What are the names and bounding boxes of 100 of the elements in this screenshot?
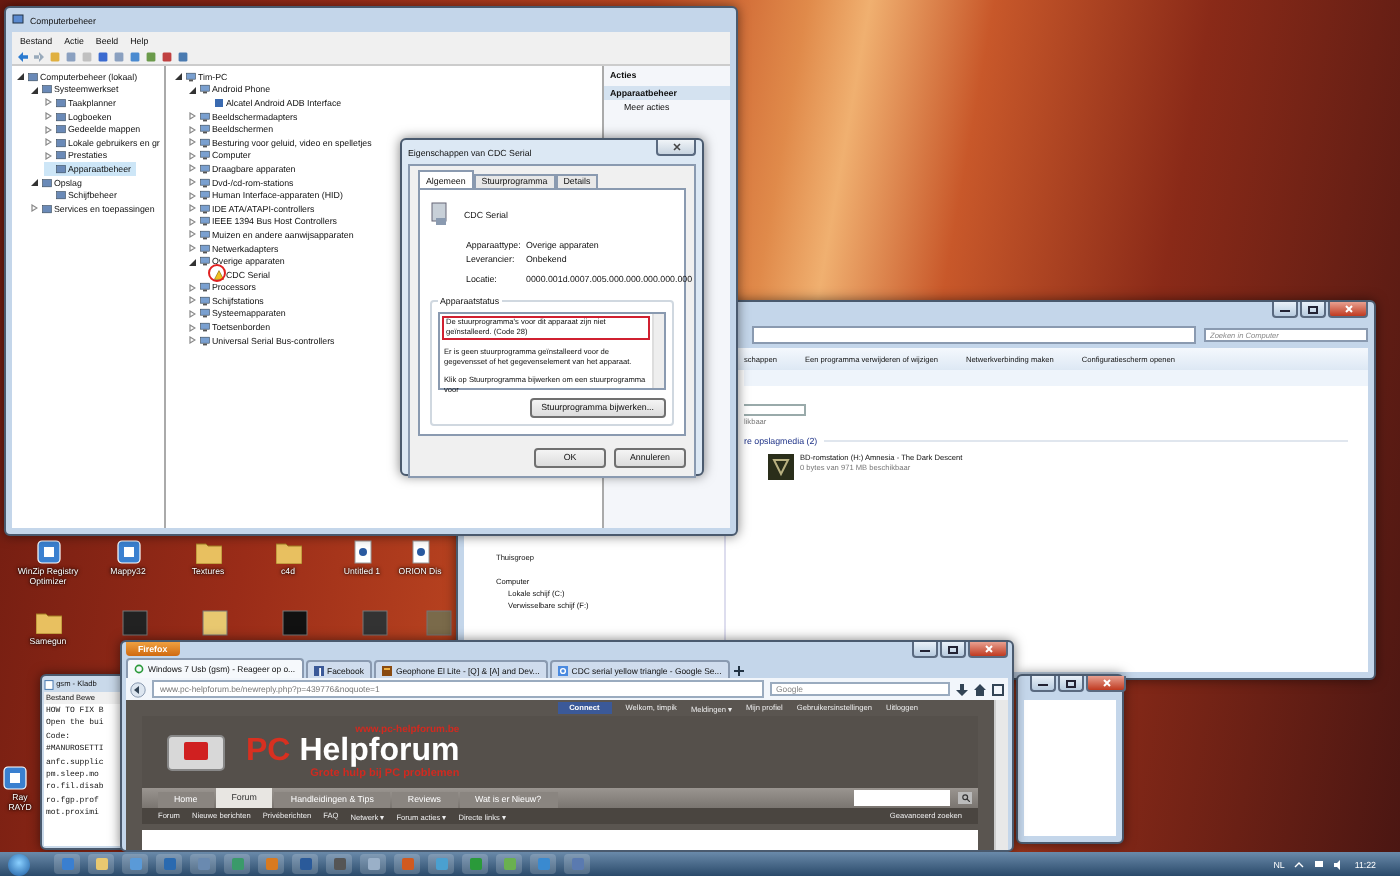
scrollbar[interactable] bbox=[994, 700, 1008, 850]
image-icon[interactable] bbox=[362, 610, 388, 636]
collapsed-arrow-icon[interactable] bbox=[188, 244, 196, 253]
collapsed-arrow-icon[interactable] bbox=[44, 138, 52, 147]
loading-spinner-icon bbox=[134, 664, 144, 674]
taskbar-app-icon[interactable] bbox=[462, 854, 488, 874]
taskbar-app-icon[interactable] bbox=[156, 854, 182, 874]
forward-arrow-icon[interactable] bbox=[34, 51, 44, 61]
scrollbar[interactable] bbox=[652, 314, 664, 388]
close-button[interactable] bbox=[1086, 676, 1126, 692]
collapsed-arrow-icon[interactable] bbox=[188, 125, 196, 134]
maximize-button[interactable] bbox=[1300, 302, 1326, 318]
minimize-button[interactable] bbox=[912, 642, 938, 658]
taskbar-app-icon[interactable] bbox=[530, 854, 556, 874]
close-button[interactable] bbox=[1328, 302, 1368, 318]
drive-capacity-bar bbox=[744, 404, 806, 416]
up-caret-icon[interactable] bbox=[1294, 859, 1305, 869]
collapsed-arrow-icon[interactable] bbox=[188, 151, 196, 160]
back-arrow-icon[interactable] bbox=[18, 51, 28, 61]
close-icon bbox=[983, 644, 993, 654]
taskbar-app-icon[interactable] bbox=[360, 854, 386, 874]
taskbar-app-icon[interactable] bbox=[292, 854, 318, 874]
maximize-button[interactable] bbox=[940, 642, 966, 658]
collapsed-arrow-icon[interactable] bbox=[188, 336, 196, 345]
computer-icon bbox=[185, 71, 195, 82]
document-icon[interactable] bbox=[349, 540, 375, 564]
window-icon[interactable] bbox=[992, 683, 1004, 695]
close-icon bbox=[671, 142, 681, 152]
collapsed-arrow-icon[interactable] bbox=[44, 125, 52, 134]
taskbar-app-icon[interactable] bbox=[54, 854, 80, 874]
document-icon[interactable] bbox=[407, 540, 433, 564]
minimize-icon bbox=[1280, 306, 1290, 312]
close-button[interactable] bbox=[656, 140, 696, 156]
collapsed-arrow-icon[interactable] bbox=[188, 283, 196, 292]
taskbar-app-icon[interactable] bbox=[258, 854, 284, 874]
close-button[interactable] bbox=[968, 642, 1008, 658]
collapsed-arrow-icon[interactable] bbox=[188, 217, 196, 226]
taskbar-app-icon[interactable] bbox=[224, 854, 250, 874]
collapsed-arrow-icon[interactable] bbox=[44, 151, 52, 160]
taskbar-app-icon[interactable] bbox=[88, 854, 114, 874]
flag-icon[interactable] bbox=[1314, 859, 1325, 869]
minimize-icon bbox=[920, 646, 930, 652]
download-arrow-icon[interactable] bbox=[956, 683, 968, 695]
start-button[interactable] bbox=[8, 853, 30, 875]
maximize-icon bbox=[948, 645, 958, 653]
collapsed-arrow-icon[interactable] bbox=[188, 178, 196, 187]
speaker-icon[interactable] bbox=[1334, 859, 1345, 869]
collapsed-arrow-icon[interactable] bbox=[188, 323, 196, 332]
collapsed-arrow-icon[interactable] bbox=[188, 296, 196, 305]
collapsed-arrow-icon[interactable] bbox=[188, 204, 196, 213]
facebook-icon bbox=[313, 665, 324, 675]
app-icon[interactable] bbox=[115, 540, 141, 564]
device-icon bbox=[430, 202, 448, 226]
close-icon bbox=[1101, 678, 1111, 688]
taskbar-app-icon[interactable] bbox=[394, 854, 420, 874]
minimize-button[interactable] bbox=[1030, 676, 1056, 692]
site-logo-text: PC Helpforum bbox=[246, 736, 460, 768]
collapsed-arrow-icon[interactable] bbox=[44, 98, 52, 107]
search-field[interactable] bbox=[854, 790, 950, 806]
notepad-icon bbox=[44, 679, 54, 689]
expanded-arrow-icon[interactable] bbox=[16, 72, 24, 81]
collapsed-arrow-icon[interactable] bbox=[44, 112, 52, 121]
expanded-arrow-icon[interactable] bbox=[188, 85, 196, 94]
maximize-icon bbox=[1066, 679, 1076, 687]
taskbar-app-icon[interactable] bbox=[326, 854, 352, 874]
folder-icon[interactable] bbox=[202, 610, 228, 636]
image-icon[interactable] bbox=[282, 610, 308, 636]
taskbar-app-icon[interactable] bbox=[564, 854, 590, 874]
minimize-button[interactable] bbox=[1272, 302, 1298, 318]
image-icon[interactable] bbox=[122, 610, 148, 636]
site-icon bbox=[381, 665, 392, 675]
maximize-icon bbox=[1308, 305, 1318, 313]
taskbar-app-icon[interactable] bbox=[428, 854, 454, 874]
expanded-arrow-icon[interactable] bbox=[30, 178, 38, 187]
taskbar-app-icon[interactable] bbox=[122, 854, 148, 874]
status-text-box[interactable] bbox=[438, 312, 666, 390]
app-icon[interactable] bbox=[35, 540, 61, 564]
plus-icon[interactable] bbox=[731, 664, 746, 678]
collapsed-arrow-icon[interactable] bbox=[188, 112, 196, 121]
expanded-arrow-icon[interactable] bbox=[188, 257, 196, 266]
home-icon[interactable] bbox=[974, 683, 986, 695]
taskbar-app-icon[interactable] bbox=[190, 854, 216, 874]
collapsed-arrow-icon[interactable] bbox=[188, 191, 196, 200]
address-field[interactable] bbox=[752, 326, 1196, 344]
google-icon bbox=[557, 665, 568, 675]
device-icon bbox=[199, 84, 209, 95]
search-button[interactable] bbox=[958, 792, 972, 804]
app-icon[interactable] bbox=[2, 766, 28, 790]
collapsed-arrow-icon[interactable] bbox=[188, 164, 196, 173]
expanded-arrow-icon[interactable] bbox=[30, 85, 38, 94]
expanded-arrow-icon[interactable] bbox=[174, 72, 182, 81]
collapsed-arrow-icon[interactable] bbox=[188, 309, 196, 318]
collapsed-arrow-icon[interactable] bbox=[188, 230, 196, 239]
computer-management-icon bbox=[12, 14, 24, 26]
collapsed-arrow-icon[interactable] bbox=[188, 138, 196, 147]
collapsed-arrow-icon[interactable] bbox=[30, 204, 38, 213]
taskbar-app-icon[interactable] bbox=[496, 854, 522, 874]
close-icon bbox=[1343, 304, 1353, 314]
background-window[interactable] bbox=[1016, 674, 1124, 844]
maximize-button[interactable] bbox=[1058, 676, 1084, 692]
